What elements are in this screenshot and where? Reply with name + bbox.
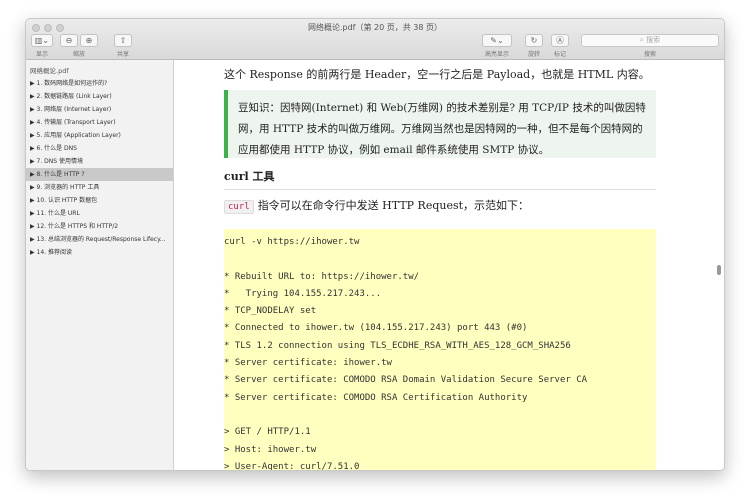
tip-blockquote: 豆知识：因特网(Internet) 和 Web(万维网) 的技术差别是? 用 T… [224, 90, 656, 158]
toc-item[interactable]: ▶ 3. 网络层 (Internet Layer) [26, 103, 173, 116]
code-line: * Connected to ihower.tw (104.155.217.24… [224, 323, 528, 334]
highlight-label: 高亮显示 [484, 51, 509, 58]
preview-window: 网络概论.pdf（第 20 页，共 38 页） ▥⌄ 显示 ⊖ ⊕ 缩放 ⇧ 共… [25, 18, 725, 471]
rotate-button[interactable]: ↻ [525, 34, 543, 47]
toc-item[interactable]: ▶ 9. 浏览器的 HTTP 工具 [26, 181, 173, 194]
code-line: * Trying 104.155.217.243... [224, 288, 382, 299]
code-block: curl -v https://ihower.tw * Rebuilt URL … [224, 229, 656, 471]
code-line: * TCP_NODELAY set [224, 306, 317, 317]
toc-item[interactable]: ▶ 4. 传输层 (Transport Layer) [26, 116, 173, 129]
code-line: > GET / HTTP/1.1 [224, 427, 311, 438]
search-input[interactable]: ⌕ 搜索 [581, 34, 719, 47]
sidebar-toc: 网络概论.pdf ▶ 1. 数码网络是如何运作的? ▶ 2. 数据链路层 (Li… [26, 60, 174, 470]
share-button[interactable]: ⇧ [114, 34, 132, 47]
vertical-scrollbar[interactable] [717, 265, 721, 275]
toc-item[interactable]: ▶ 5. 应用层 (Application Layer) [26, 129, 173, 142]
window-title: 网络概论.pdf（第 20 页，共 38 页） [307, 23, 443, 32]
sidebar-file-name[interactable]: 网络概论.pdf [26, 60, 173, 77]
code-line: * Server certificate: ihower.tw [224, 358, 392, 369]
code-line: * Server certificate: COMODO RSA Domain … [224, 375, 588, 386]
code-line: * TLS 1.2 connection using TLS_ECDHE_RSA… [224, 340, 571, 351]
zoom-label: 缩放 [72, 51, 85, 58]
code-line: * Server certificate: COMODO RSA Certifi… [224, 392, 528, 403]
toc-item[interactable]: ▶ 2. 数据链路层 (Link Layer) [26, 90, 173, 103]
paragraph: curl 指令可以在命令行中发送 HTTP Request，示范如下： [224, 197, 530, 214]
code-line: * Rebuilt URL to: https://ihower.tw/ [224, 271, 420, 282]
rotate-label: 旋转 [527, 51, 540, 58]
sidebar-toggle-button[interactable]: ▥⌄ [31, 34, 53, 47]
search-label: 搜索 [643, 51, 656, 58]
highlight-button[interactable]: ✎⌄ [482, 34, 512, 47]
toc-item[interactable]: ▶ 7. DNS 使用情境 [26, 155, 173, 168]
toolbar: 网络概论.pdf（第 20 页，共 38 页） ▥⌄ 显示 ⊖ ⊕ 缩放 ⇧ 共… [26, 19, 724, 60]
share-label: 共享 [116, 51, 129, 58]
markup-label: 标记 [553, 51, 566, 58]
display-label: 显示 [35, 51, 48, 58]
code-line: curl -v https://ihower.tw [224, 237, 360, 247]
paragraph-text: 指令可以在命令行中发送 HTTP Request，示范如下： [257, 199, 530, 212]
toc-item-selected[interactable]: ▶ 8. 什么是 HTTP ? [26, 168, 173, 181]
zoom-out-button[interactable]: ⊖ [60, 34, 78, 47]
code-line: > User-Agent: curl/7.51.0 [224, 461, 360, 471]
document-view: 这个 Response 的前两行是 Header，空一行之后是 Payload，… [174, 60, 724, 470]
markup-button[interactable]: Ⓐ [551, 34, 569, 47]
toc-item[interactable]: ▶ 13. 总结浏览器的 Request/Response Lifecy... [26, 233, 173, 246]
search-placeholder: 搜索 [646, 36, 661, 44]
paragraph: 这个 Response 的前两行是 Header，空一行之后是 Payload，… [224, 68, 650, 81]
section-heading: curl 工具 [224, 168, 656, 190]
toc-item[interactable]: ▶ 6. 什么是 DNS [26, 142, 173, 155]
toc-item[interactable]: ▶ 11. 什么是 URL [26, 207, 173, 220]
toc-item[interactable]: ▶ 12. 什么是 HTTPS 和 HTTP/2 [26, 220, 173, 233]
toc-item[interactable]: ▶ 10. 认识 HTTP 数据包 [26, 194, 173, 207]
toc-item[interactable]: ▶ 14. 推荐阅读 [26, 246, 173, 259]
code-line: > Host: ihower.tw [224, 444, 317, 455]
toc-item[interactable]: ▶ 1. 数码网络是如何运作的? [26, 77, 173, 90]
zoom-in-button[interactable]: ⊕ [80, 34, 98, 47]
inline-code: curl [224, 200, 254, 214]
